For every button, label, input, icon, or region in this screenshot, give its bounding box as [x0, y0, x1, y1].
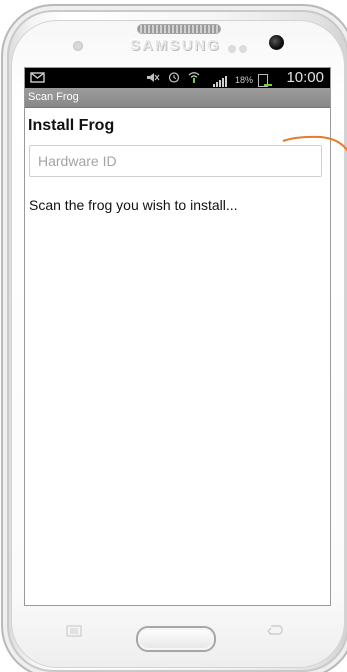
page-title: Install Frog [28, 117, 115, 134]
earpiece-speaker [137, 24, 221, 34]
status-bar: 18% 10:00 [25, 68, 330, 88]
back-key-icon[interactable] [262, 624, 286, 638]
status-icons: 18% [141, 71, 272, 87]
callout-line [282, 135, 347, 152]
app-title-bar: Scan Frog [25, 88, 330, 108]
status-time: 10:00 [286, 69, 324, 86]
front-sensor [73, 41, 83, 51]
app-title: Scan Frog [28, 91, 79, 103]
signal-icon [208, 74, 230, 87]
proximity-sensors [228, 40, 254, 53]
mute-icon [146, 73, 163, 86]
brand-logo: SAMSUNG [130, 37, 221, 54]
battery-icon [258, 74, 272, 87]
menu-key-icon[interactable] [62, 625, 86, 639]
stage: SAMSUNG 18% 10:00 Scan Frog Install Frog… [0, 0, 347, 672]
message-icon [30, 71, 45, 83]
wifi-icon [188, 72, 203, 86]
scan-instruction: Scan the frog you wish to install... [29, 197, 238, 213]
home-button[interactable] [136, 626, 216, 652]
battery-percent: 18% [234, 75, 253, 85]
battery-fill [264, 84, 272, 86]
alarm-icon [168, 72, 183, 86]
front-camera [269, 35, 284, 50]
